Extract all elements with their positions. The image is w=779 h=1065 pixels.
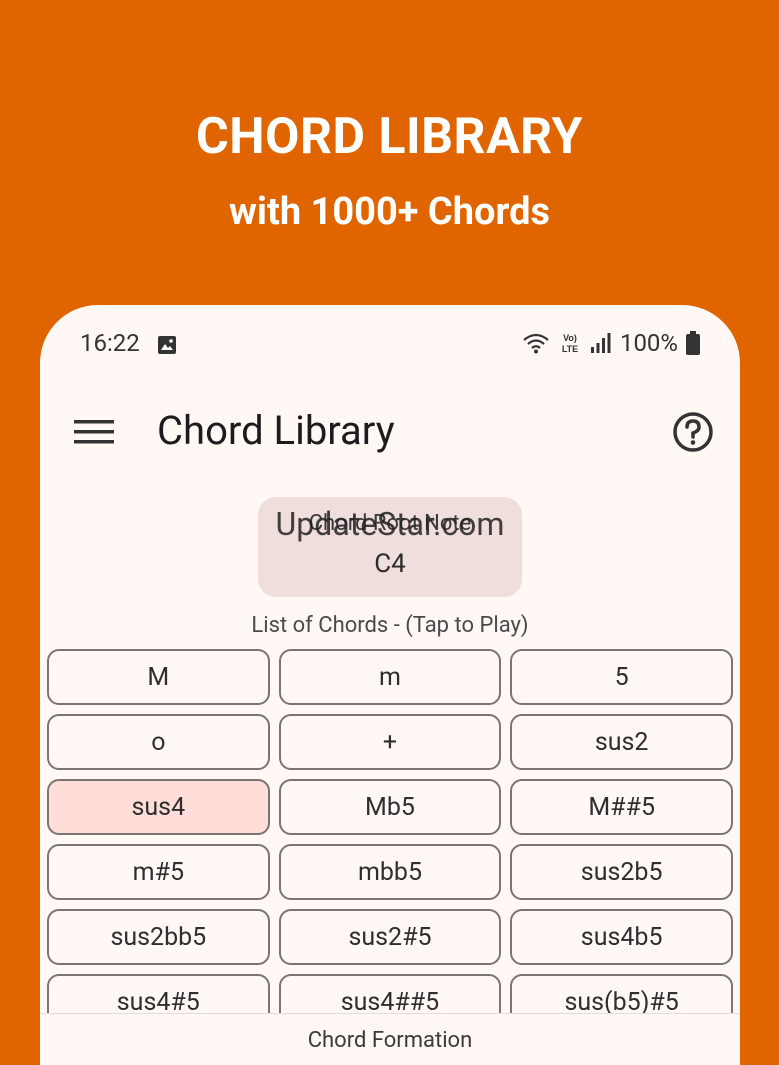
battery-text: 100% bbox=[619, 329, 678, 357]
chord-button[interactable]: M bbox=[47, 649, 270, 705]
chord-button[interactable]: Mb5 bbox=[278, 779, 502, 835]
chord-button[interactable]: m bbox=[278, 649, 502, 705]
chord-formation-bar: Chord Formation bbox=[40, 1013, 740, 1065]
chord-button[interactable]: sus2 bbox=[510, 714, 733, 770]
svg-text:LTE: LTE bbox=[562, 344, 578, 354]
chord-formation-label: Chord Formation bbox=[307, 1028, 473, 1053]
wifi-icon bbox=[523, 333, 549, 354]
promo-subtitle: with 1000+ Chords bbox=[229, 190, 550, 234]
chord-button[interactable]: sus2#5 bbox=[278, 909, 502, 965]
chord-grid: M m 5 o + sus2 sus4 Mb5 M##5 m#5 mbb5 su… bbox=[47, 649, 733, 1030]
help-icon[interactable] bbox=[672, 411, 714, 453]
chord-button[interactable]: o bbox=[47, 714, 270, 770]
chord-button[interactable]: M##5 bbox=[510, 779, 733, 835]
chord-button[interactable]: m#5 bbox=[47, 844, 270, 900]
image-icon bbox=[158, 336, 176, 354]
root-note-value: C4 bbox=[374, 549, 406, 579]
status-bar: 16:22 Vo) LTE 100% bbox=[40, 305, 740, 385]
chord-button[interactable]: sus4b5 bbox=[510, 909, 733, 965]
volte-icon: Vo) LTE bbox=[562, 333, 578, 354]
app-title: Chord Library bbox=[157, 407, 395, 454]
svg-text:Vo): Vo) bbox=[563, 333, 577, 343]
chord-button[interactable]: 5 bbox=[510, 649, 733, 705]
signal-icon bbox=[590, 333, 611, 353]
chord-button[interactable]: sus2b5 bbox=[510, 844, 733, 900]
promo-title: CHORD LIBRARY bbox=[196, 108, 583, 166]
chord-button[interactable]: mbb5 bbox=[278, 844, 502, 900]
chord-button[interactable]: sus2bb5 bbox=[47, 909, 270, 965]
status-icons: Vo) LTE 100% bbox=[522, 329, 700, 357]
chord-button[interactable]: sus4 bbox=[47, 779, 270, 835]
menu-icon[interactable] bbox=[74, 417, 114, 447]
status-time: 16:22 bbox=[80, 329, 140, 357]
app-bar: Chord Library bbox=[40, 395, 740, 475]
root-note-label: Chord Root Note bbox=[308, 511, 472, 536]
chord-button[interactable]: + bbox=[278, 714, 502, 770]
chord-list-heading: List of Chords - (Tap to Play) bbox=[251, 613, 529, 638]
root-note-selector[interactable]: Chord Root Note C4 bbox=[258, 497, 522, 597]
battery-icon bbox=[686, 331, 700, 355]
phone-screen: 16:22 Vo) LTE 100% Chord Library Chord R… bbox=[40, 305, 740, 1065]
